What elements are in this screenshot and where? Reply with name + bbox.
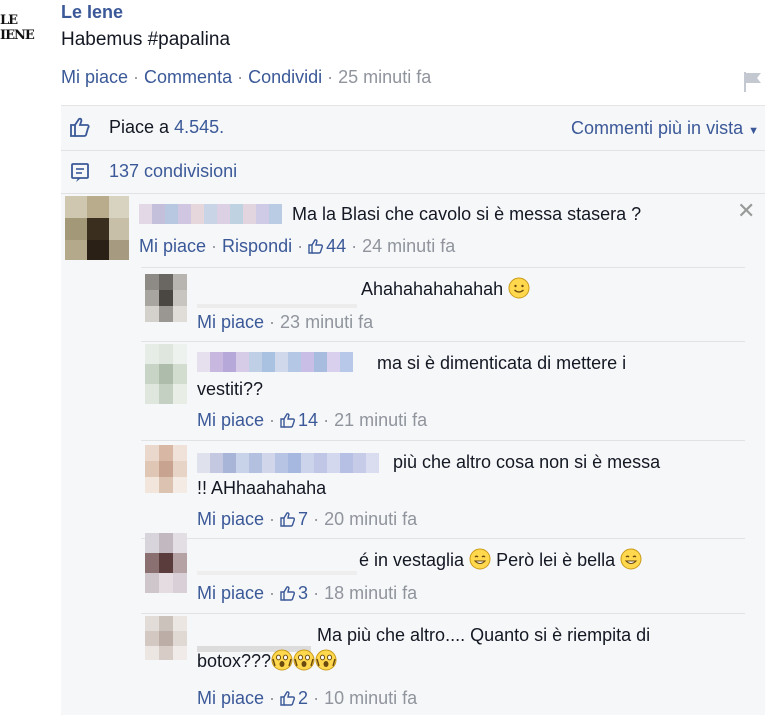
reply-meta: Mi piace · 14 · 21 minuti fa	[197, 410, 428, 430]
reply-text: più che altro cosa non si è messa !! AHh…	[197, 452, 661, 498]
smile-emoji-icon	[620, 548, 642, 570]
shares-row: 137 condivisioni	[61, 151, 765, 194]
avatar[interactable]	[145, 274, 187, 322]
reply-timestamp[interactable]: 10 minuti fa	[324, 688, 417, 708]
reply-like-count[interactable]: 14	[280, 410, 318, 430]
scream-emoji-icon	[271, 649, 293, 671]
thumbs-up-icon	[280, 413, 296, 428]
comment-like-link[interactable]: Mi piace	[139, 236, 206, 256]
avatar[interactable]	[145, 533, 187, 593]
reply-timestamp[interactable]: 23 minuti fa	[280, 312, 373, 332]
comment-text: Ma la Blasi che cavolo si è messa staser…	[292, 204, 642, 224]
wink-emoji-icon	[469, 548, 491, 570]
reply-meta: Mi piace · 2 · 10 minuti fa	[197, 688, 418, 708]
reply-like-link[interactable]: Mi piace	[197, 688, 264, 708]
commenter-name-blurred[interactable]	[197, 288, 357, 308]
post-text: Habemus #papalina	[61, 29, 231, 50]
close-icon[interactable]: ✕	[737, 198, 755, 224]
flag-icon[interactable]	[742, 70, 764, 94]
scream-emoji-icon	[293, 649, 315, 671]
likes-row: Piace a 4.545. Commenti più in vista ▼	[61, 106, 765, 151]
thumbs-up-icon	[280, 691, 296, 706]
comment-link[interactable]: Commenta	[144, 67, 232, 87]
avatar[interactable]	[145, 445, 187, 493]
comment-like-count[interactable]: 44	[308, 236, 346, 256]
post-timestamp[interactable]: 25 minuti fa	[338, 67, 431, 87]
comment-timestamp[interactable]: 24 minuti fa	[362, 236, 455, 256]
thumbs-up-icon	[70, 117, 90, 137]
shares-count-link[interactable]: 137 condivisioni	[109, 161, 237, 182]
page-logo[interactable]: LE IENE	[0, 10, 36, 46]
comments-section: Piace a 4.545. Commenti più in vista ▼ 1…	[61, 105, 765, 715]
scream-emoji-icon	[315, 649, 337, 671]
avatar[interactable]	[65, 196, 129, 260]
commenter-name-blurred[interactable]	[139, 204, 282, 224]
like-link[interactable]: Mi piace	[61, 67, 128, 87]
reply-like-count[interactable]: 2	[280, 688, 308, 708]
reply-meta: Mi piace · 3 · 18 minuti fa	[197, 583, 418, 603]
smile-emoji-icon	[508, 277, 530, 299]
share-link[interactable]: Condividi	[248, 67, 322, 87]
reply-meta: Mi piace · 7 · 20 minuti fa	[197, 509, 418, 529]
comment-meta: Mi piace · Rispondi · 44 · 24 minuti fa	[139, 236, 456, 256]
sort-comments-dropdown[interactable]: Commenti più in vista ▼	[571, 118, 759, 139]
reply-like-link[interactable]: Mi piace	[197, 312, 264, 332]
reply-link[interactable]: Rispondi	[222, 236, 292, 256]
reply-like-count[interactable]: 7	[280, 509, 308, 529]
reply-meta: Mi piace · 23 minuti fa	[197, 312, 374, 332]
reply-text: Ahahahahahahah	[361, 276, 530, 302]
avatar[interactable]	[145, 344, 187, 404]
reply-like-count[interactable]: 3	[280, 583, 308, 603]
reply-text: ma si è dimenticata di mettere i vestiti…	[197, 353, 627, 399]
likes-count-link[interactable]: 4.545.	[174, 117, 224, 137]
page-name-link[interactable]: Le Iene	[61, 2, 123, 23]
share-icon	[71, 163, 89, 182]
reply-item: più che altro cosa non si è messa !! AHh…	[141, 441, 745, 537]
thumbs-up-icon	[280, 512, 296, 527]
likes-summary: Piace a 4.545.	[109, 117, 225, 137]
reply-item: Ahahahahahahah Mi piace · 23 minuti fa	[141, 268, 745, 338]
reply-like-link[interactable]: Mi piace	[197, 509, 264, 529]
avatar[interactable]	[145, 616, 187, 660]
reply-timestamp[interactable]: 21 minuti fa	[334, 410, 427, 430]
thumbs-up-icon	[308, 239, 324, 254]
chevron-down-icon: ▼	[748, 125, 759, 137]
commenter-name-blurred[interactable]	[197, 555, 357, 575]
reply-text: Ma più che altro.... Quanto si è riempit…	[197, 625, 651, 671]
reply-like-link[interactable]: Mi piace	[197, 583, 264, 603]
reply-timestamp[interactable]: 18 minuti fa	[324, 583, 417, 603]
post-actions: Mi piace · Commenta · Condividi · 25 min…	[61, 67, 432, 87]
reply-item: é in vestaglia Però lei è bella Mi piace…	[141, 533, 745, 611]
reply-like-link[interactable]: Mi piace	[197, 410, 264, 430]
reply-text: é in vestaglia Però lei è bella	[359, 547, 642, 573]
thumbs-up-icon	[280, 586, 296, 601]
reply-timestamp[interactable]: 20 minuti fa	[324, 509, 417, 529]
reply-item: ma si è dimenticata di mettere i vestiti…	[141, 342, 745, 438]
comment-item: Ma la Blasi che cavolo si è messa staser…	[61, 196, 765, 266]
reply-item: Ma più che altro.... Quanto si è riempit…	[141, 614, 745, 714]
